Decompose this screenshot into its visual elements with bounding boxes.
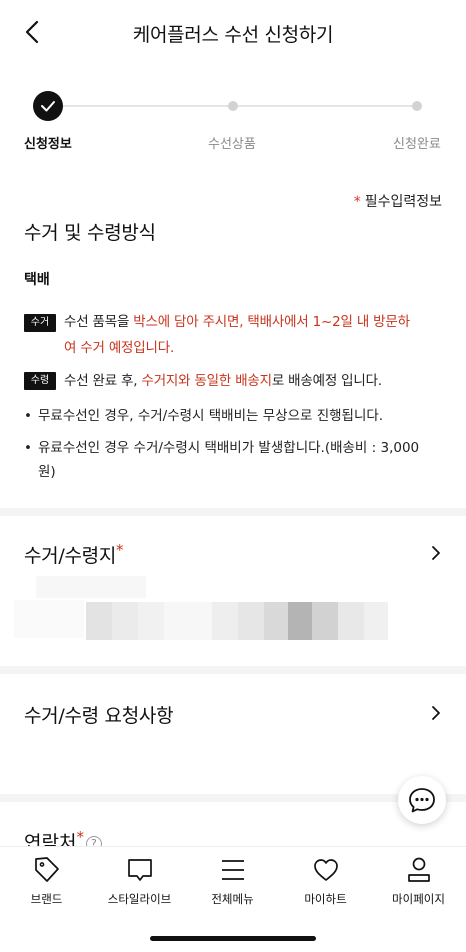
- bullet-paid-repair-cont: 원): [38, 464, 56, 480]
- delivery-method-label: 택배: [24, 272, 50, 288]
- bullet-mark: •: [24, 440, 32, 456]
- heart-icon: [313, 859, 338, 881]
- required-note-text: 필수입력정보: [364, 194, 442, 210]
- step-1-label: 신청정보: [24, 137, 72, 152]
- bullet-text: 유료수선인 경우 수거/수령시 택배비가 발생합니다.(배송비 : 3,000: [38, 440, 420, 456]
- redacted-block: [238, 602, 264, 640]
- step-3-indicator: [412, 101, 422, 111]
- return-tag: 수령: [24, 372, 56, 390]
- pickup-info-text: 수선 품목을: [64, 314, 134, 330]
- redacted-block: [164, 602, 212, 640]
- tab-label: 브랜드: [30, 892, 63, 906]
- redacted-block: [364, 602, 388, 640]
- section-divider: [0, 794, 466, 802]
- return-info-highlight: 수거지와 동일한 배송지: [141, 373, 272, 389]
- redacted-block: [86, 602, 112, 640]
- tab-label: 마이페이지: [392, 892, 445, 906]
- step-2-indicator: [228, 101, 238, 111]
- chat-fab-button[interactable]: [398, 776, 446, 824]
- return-info-line: 수선 완료 후, 수거지와 동일한 배송지로 배송예정 입니다.: [64, 369, 382, 393]
- bullet-paid-repair: • 유료수선인 경우 수거/수령시 택배비가 발생합니다.(배송비 : 3,000: [24, 436, 419, 460]
- step-2-label: 수선상품: [208, 137, 256, 152]
- redacted-block: [112, 602, 138, 640]
- step-1-indicator: [33, 91, 63, 121]
- required-star: *: [76, 828, 84, 846]
- progress-stepper: 신청정보 수선상품 신청완료: [0, 88, 466, 158]
- tab-label: 전체메뉴: [211, 892, 254, 906]
- header: 케어플러스 수선 신청하기: [0, 0, 466, 64]
- redacted-block: [312, 602, 338, 640]
- tab-label: 스타일라이브: [107, 892, 172, 906]
- tab-style-live[interactable]: 스타일라이브: [93, 855, 186, 915]
- bullet-text: 무료수선인 경우, 수거/수령시 택배비는 무상으로 진행됩니다.: [38, 408, 384, 424]
- page-title: 케어플러스 수선 신청하기: [132, 24, 334, 46]
- pickup-method-title: 수거 및 수령방식: [24, 222, 156, 244]
- required-star: *: [116, 541, 124, 559]
- person-icon: [407, 857, 430, 882]
- redacted-block: [288, 602, 312, 640]
- tab-my-heart[interactable]: 마이하트: [279, 855, 372, 915]
- redacted-block: [14, 600, 84, 638]
- address-row[interactable]: 수거/수령지*: [24, 541, 124, 571]
- required-star: *: [353, 194, 361, 210]
- bullet-mark: •: [24, 408, 32, 424]
- required-fields-note: * 필수입력정보: [354, 191, 442, 211]
- tag-icon: [34, 857, 59, 882]
- step-3-label: 신청완료: [393, 137, 441, 152]
- return-info-text: 수선 완료 후,: [64, 373, 142, 389]
- tab-my-page[interactable]: 마이페이지: [372, 855, 465, 915]
- redacted-block: [36, 576, 146, 598]
- chevron-right-icon[interactable]: [430, 705, 442, 721]
- bullet-free-repair: • 무료수선인 경우, 수거/수령시 택배비는 무상으로 진행됩니다.: [24, 404, 383, 428]
- redacted-block: [212, 602, 238, 640]
- redacted-block: [338, 602, 364, 640]
- tab-brand[interactable]: 브랜드: [0, 855, 93, 915]
- pickup-info-highlight: 박스에 담아 주시면, 택배사에서 1~2일 내 방문하: [133, 314, 410, 330]
- chevron-right-icon[interactable]: [430, 545, 442, 561]
- pickup-info-line-1: 수선 품목을 박스에 담아 주시면, 택배사에서 1~2일 내 방문하: [64, 310, 410, 334]
- pickup-info-line-2: 여 수거 예정입니다.: [64, 340, 175, 356]
- tab-all-menu[interactable]: 전체메뉴: [186, 855, 279, 915]
- menu-icon: [221, 860, 244, 880]
- chat-icon: [127, 859, 152, 881]
- section-divider: [0, 666, 466, 674]
- chat-bubble-icon: [409, 788, 435, 813]
- address-redacted: [14, 574, 404, 648]
- redacted-block: [264, 602, 288, 640]
- request-title[interactable]: 수거/수령 요청사항: [24, 701, 174, 728]
- address-title: 수거/수령지: [24, 545, 117, 567]
- section-divider: [0, 508, 466, 516]
- redacted-block: [138, 602, 164, 640]
- home-indicator: [150, 936, 316, 941]
- pickup-tag: 수거: [24, 314, 56, 332]
- return-info-text-end: 로 배송예정 입니다.: [271, 373, 382, 389]
- check-icon: [41, 101, 55, 112]
- tab-label: 마이하트: [304, 892, 347, 906]
